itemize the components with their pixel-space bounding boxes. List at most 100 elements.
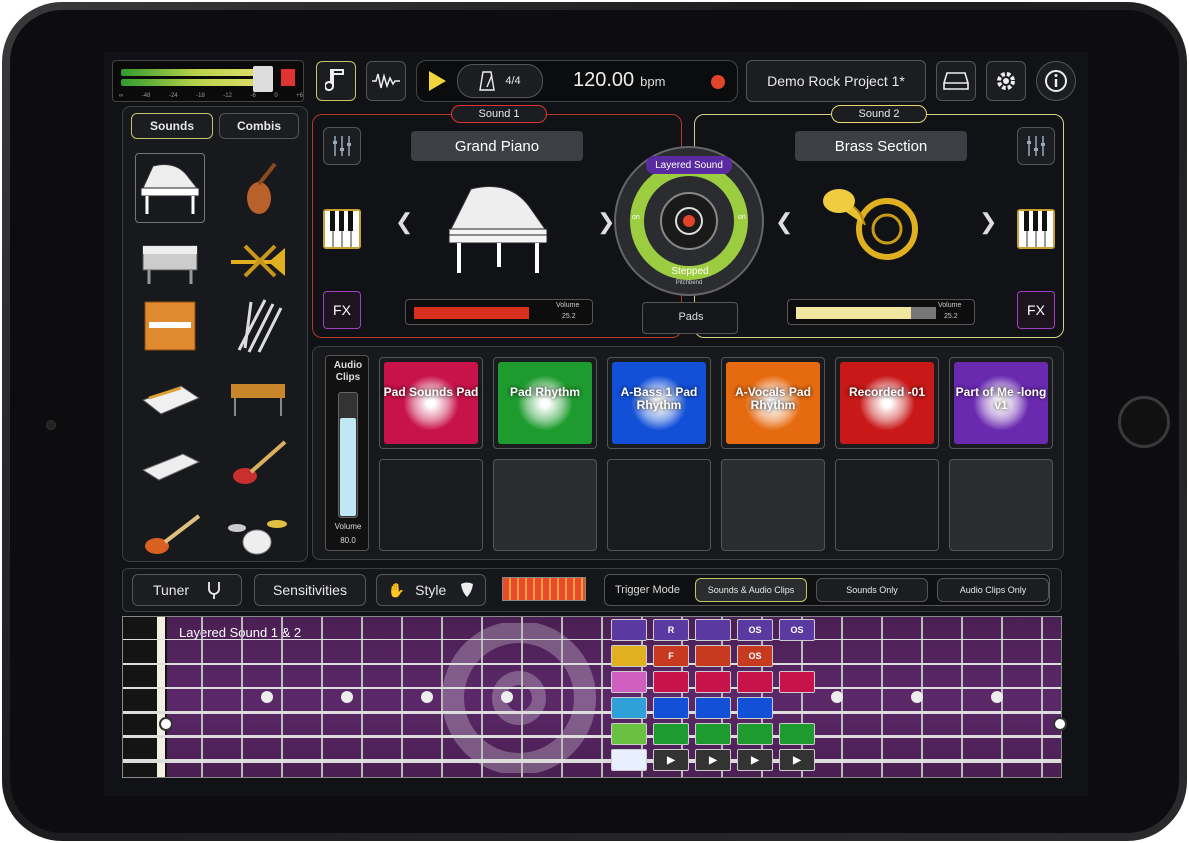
- drive-icon: [943, 72, 969, 90]
- sound1-volume-slider[interactable]: Volume 25.2: [405, 299, 593, 325]
- trigger-cell[interactable]: [653, 671, 689, 693]
- trigger-cell[interactable]: [779, 723, 815, 745]
- fretboard[interactable]: Layered Sound 1 & 2 ▶▶▶▶ROSOSFOS: [122, 616, 1067, 778]
- audio-clip-pad[interactable]: Pad Rhythm: [493, 357, 597, 449]
- synthesizer-icon[interactable]: [135, 357, 205, 427]
- trigger-cell[interactable]: [737, 723, 773, 745]
- woodwinds-icon[interactable]: [223, 289, 293, 359]
- layer-top-label[interactable]: Layered Sound: [646, 156, 732, 174]
- trigger-mode-option[interactable]: Sounds & Audio Clips: [695, 578, 807, 602]
- sound2-volume-slider[interactable]: Volume 25.2: [787, 299, 975, 325]
- save-button[interactable]: [936, 61, 976, 101]
- trigger-mode-option[interactable]: Sounds Only: [816, 578, 928, 602]
- layer-mode-wheel[interactable]: Layered Sound Stepped Pitchbend on on: [614, 146, 764, 296]
- audio-clip-pad[interactable]: Recorded -01: [835, 357, 939, 449]
- style-button[interactable]: ✋ Style: [376, 574, 486, 606]
- trigger-cell[interactable]: [611, 671, 647, 693]
- waveform-button[interactable]: [366, 61, 406, 101]
- trigger-cell[interactable]: [695, 723, 731, 745]
- trigger-cell[interactable]: ▶: [737, 749, 773, 771]
- sound2-fx-button[interactable]: FX: [1017, 291, 1055, 329]
- trigger-mode-option[interactable]: Audio Clips Only: [937, 578, 1049, 602]
- settings-button[interactable]: [986, 61, 1026, 101]
- trigger-cell[interactable]: [611, 723, 647, 745]
- audio-clip-pad[interactable]: A-Bass 1 Pad Rhythm: [607, 357, 711, 449]
- trigger-cell[interactable]: [695, 697, 731, 719]
- info-button[interactable]: [1036, 61, 1076, 101]
- home-button[interactable]: [1118, 396, 1170, 448]
- trigger-cell[interactable]: [695, 671, 731, 693]
- bass-guitar-icon[interactable]: [135, 493, 205, 563]
- trigger-cell[interactable]: [611, 697, 647, 719]
- audio-clip-pad[interactable]: Pad Sounds Pad: [379, 357, 483, 449]
- sound2-mixer-button[interactable]: [1017, 127, 1055, 165]
- trigger-cell[interactable]: ▶: [779, 749, 815, 771]
- trigger-cell[interactable]: [653, 723, 689, 745]
- grand-piano-icon[interactable]: [135, 153, 205, 223]
- sound1-name[interactable]: Grand Piano: [411, 131, 583, 161]
- project-name-button[interactable]: Demo Rock Project 1*: [746, 60, 926, 102]
- trigger-cell[interactable]: [695, 619, 731, 641]
- empty-pad[interactable]: [721, 459, 825, 551]
- pads-button[interactable]: Pads: [642, 302, 738, 334]
- tuning-fork-icon: [208, 582, 220, 599]
- organ-icon[interactable]: [135, 289, 205, 359]
- sound1-tag: Sound 1: [451, 105, 547, 123]
- trigger-cell[interactable]: ▶: [653, 749, 689, 771]
- empty-pad[interactable]: [607, 459, 711, 551]
- sound1-mixer-button[interactable]: [323, 127, 361, 165]
- fret-marker: [911, 691, 923, 703]
- empty-pad[interactable]: [949, 459, 1053, 551]
- fretboard-scroll-handle[interactable]: [159, 717, 173, 731]
- keyboard-icon[interactable]: [135, 425, 205, 495]
- sound1-fx-button[interactable]: FX: [323, 291, 361, 329]
- trigger-cell[interactable]: [611, 619, 647, 641]
- music-note-button[interactable]: [316, 61, 356, 101]
- meter-tick: -18: [196, 93, 205, 99]
- violin-icon[interactable]: [223, 153, 293, 223]
- sound2-name[interactable]: Brass Section: [795, 131, 967, 161]
- metronome-button[interactable]: 4/4: [457, 64, 543, 98]
- pad-glow: [859, 375, 915, 431]
- trigger-cell[interactable]: [611, 749, 647, 771]
- empty-pad[interactable]: [379, 459, 483, 551]
- sound1-prev-arrow[interactable]: ❮: [395, 209, 413, 235]
- empty-pad[interactable]: [493, 459, 597, 551]
- trigger-cell[interactable]: [611, 645, 647, 667]
- trumpet-icon[interactable]: [223, 221, 293, 291]
- sound2-prev-arrow[interactable]: ❮: [775, 209, 793, 235]
- pad-glow: [517, 375, 573, 431]
- audio-clip-pad[interactable]: A-Vocals Pad Rhythm: [721, 357, 825, 449]
- layer-left-on: on: [632, 214, 640, 221]
- tuner-button[interactable]: Tuner: [132, 574, 242, 606]
- sound2-next-arrow[interactable]: ❯: [979, 209, 997, 235]
- sound1-volume-value: 25.2: [562, 313, 576, 320]
- trigger-cell[interactable]: [737, 671, 773, 693]
- tempo-display[interactable]: 120.00 bpm: [573, 69, 665, 92]
- tab-sounds[interactable]: Sounds: [131, 113, 213, 139]
- meter-fader-knob[interactable]: [253, 66, 273, 92]
- electric-guitar-icon[interactable]: [223, 425, 293, 495]
- trigger-cell[interactable]: ▶: [695, 749, 731, 771]
- trigger-cell[interactable]: [737, 697, 773, 719]
- sound2-keyboard-button[interactable]: [1017, 209, 1055, 249]
- marimba-icon[interactable]: [223, 357, 293, 427]
- sound1-keyboard-button[interactable]: [323, 209, 361, 249]
- empty-pad[interactable]: [835, 459, 939, 551]
- trigger-cell[interactable]: [653, 697, 689, 719]
- trigger-cell[interactable]: [779, 671, 815, 693]
- electric-piano-icon[interactable]: [135, 221, 205, 291]
- tab-combis[interactable]: Combis: [219, 113, 299, 139]
- fretboard-scroll-handle[interactable]: [1053, 717, 1067, 731]
- fret-line: [521, 617, 523, 777]
- trigger-cell[interactable]: [695, 645, 731, 667]
- audio-clips-volume[interactable]: Audio Clips Volume 80.0: [325, 355, 369, 551]
- layer-bottom-label[interactable]: Stepped: [652, 266, 728, 277]
- audio-clip-pad[interactable]: Part of Me -long v1: [949, 357, 1053, 449]
- sound1-next-arrow[interactable]: ❯: [597, 209, 615, 235]
- layer-center-button[interactable]: [660, 192, 718, 250]
- record-button[interactable]: [711, 75, 725, 89]
- play-button[interactable]: [427, 70, 447, 97]
- drum-kit-icon[interactable]: [223, 493, 293, 563]
- sensitivities-button[interactable]: Sensitivities: [254, 574, 366, 606]
